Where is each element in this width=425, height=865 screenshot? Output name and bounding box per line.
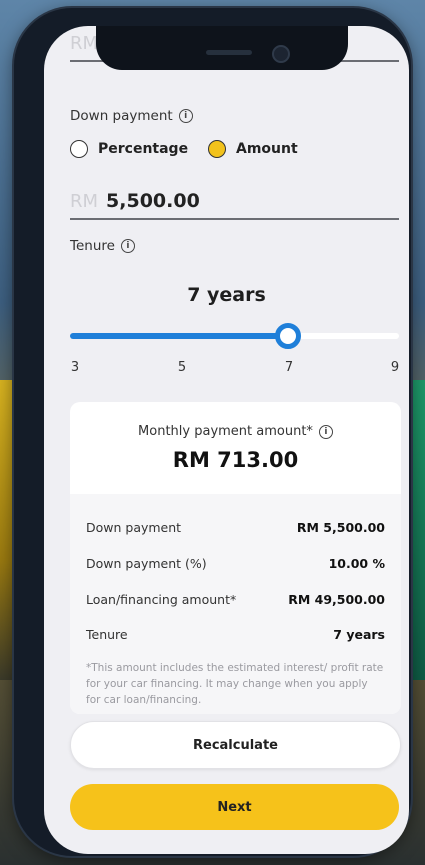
camera-icon: [272, 45, 290, 63]
phone-notch: [96, 26, 348, 70]
summary-row: Tenure 7 years: [86, 627, 385, 642]
tenure-slider-fill: [70, 333, 289, 339]
tenure-tick: 7: [284, 360, 294, 375]
disclaimer-text: *This amount includes the estimated inte…: [86, 662, 384, 706]
monthly-payment-value: RM 713.00: [172, 448, 299, 472]
summary-row: Loan/financing amount* RM 49,500.00: [86, 592, 385, 607]
down-payment-label: Down payment i: [70, 108, 193, 124]
radio-circle-amount[interactable]: [208, 140, 226, 158]
radio-amount[interactable]: Amount: [208, 140, 298, 158]
loan-currency: RM: [70, 33, 99, 54]
tenure-tick: 5: [177, 360, 187, 375]
tenure-label: Tenure i: [70, 238, 135, 254]
monthly-payment-label-text: Monthly payment amount*: [138, 424, 313, 439]
monthly-payment-label: Monthly payment amount* i: [70, 424, 401, 439]
radio-percentage[interactable]: Percentage: [70, 140, 188, 158]
down-payment-currency: RM: [70, 190, 99, 212]
down-payment-input[interactable]: RM 5,500.00: [70, 184, 399, 220]
tenure-label-text: Tenure: [70, 238, 115, 254]
summary-row: Down payment (%) 10.00 %: [86, 556, 385, 571]
recalculate-button[interactable]: Recalculate: [70, 721, 401, 769]
down-payment-value: 5,500.00: [106, 190, 200, 212]
summary-row-label: Down payment: [86, 520, 182, 535]
payment-summary-card: Monthly payment amount* i RM 713.00 Down…: [70, 402, 401, 714]
summary-details: Down payment RM 5,500.00 Down payment (%…: [70, 494, 401, 714]
tenure-tick: 3: [70, 360, 80, 375]
info-icon[interactable]: i: [178, 109, 193, 123]
speaker-grille: [206, 50, 252, 55]
summary-row-value: 10.00 %: [328, 556, 385, 571]
summary-row-value: RM 5,500.00: [296, 520, 385, 535]
tenure-value: 7 years: [187, 284, 266, 306]
down-payment-label-text: Down payment: [70, 108, 173, 124]
summary-row-label: Loan/financing amount*: [86, 592, 237, 607]
summary-row-label: Down payment (%): [86, 556, 207, 571]
next-button[interactable]: Next: [70, 784, 399, 830]
summary-row-label: Tenure: [86, 627, 128, 642]
radio-label-percentage: Percentage: [98, 141, 189, 157]
radio-circle-percentage[interactable]: [70, 140, 88, 158]
summary-row: Down payment RM 5,500.00: [86, 520, 385, 535]
tenure-tick: 9: [390, 360, 400, 375]
radio-label-amount: Amount: [236, 141, 298, 157]
phone-frame: RM 5 Down payment i Percentage Amount RM…: [14, 8, 411, 856]
summary-row-value: 7 years: [333, 627, 385, 642]
monthly-payment-section: Monthly payment amount* i RM 713.00: [70, 402, 401, 495]
info-icon[interactable]: i: [318, 424, 333, 439]
tenure-slider-thumb[interactable]: [275, 323, 302, 349]
info-icon[interactable]: i: [120, 239, 135, 253]
summary-row-value: RM 49,500.00: [288, 592, 385, 607]
screen: RM 5 Down payment i Percentage Amount RM…: [44, 26, 409, 854]
